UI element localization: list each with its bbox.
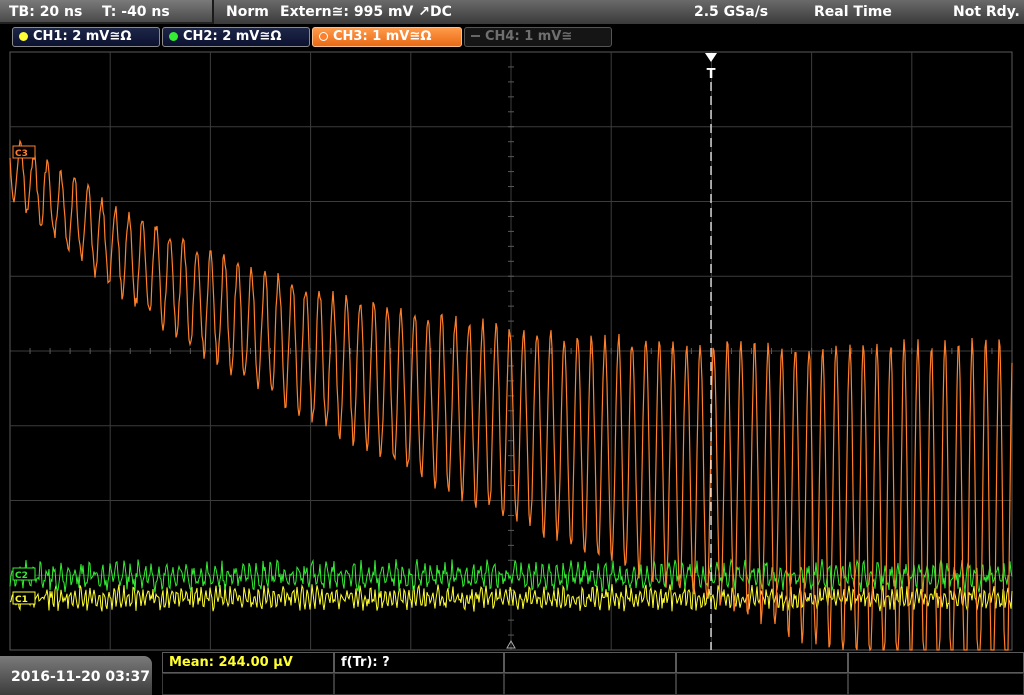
channel-tab-ch4[interactable]: CH4: 1 mV≅ xyxy=(464,27,612,47)
channel-tab-ch3[interactable]: CH3: 1 mV≅Ω xyxy=(312,27,462,47)
channel-bar: CH1: 2 mV≅Ω CH2: 2 mV≅Ω CH3: 1 mV≅Ω CH4:… xyxy=(0,24,1024,50)
ch3-marker-text: C3 xyxy=(15,149,28,159)
ch3-label: CH3: 1 mV≅Ω xyxy=(333,29,432,44)
measurement-slot-8[interactable] xyxy=(504,673,676,695)
frequency-measurement-label: f(Tr): ? xyxy=(341,655,390,670)
frequency-measurement[interactable]: f(Tr): ? xyxy=(334,652,504,673)
measurement-slot-10[interactable] xyxy=(848,673,1024,695)
trigger-mode-label[interactable]: Norm xyxy=(226,3,269,21)
measurement-slot-4[interactable] xyxy=(676,652,848,673)
ch2-level-marker[interactable]: C2 xyxy=(12,567,36,581)
ch4-label: CH4: 1 mV≅ xyxy=(485,29,573,44)
ch1-marker-text: C1 xyxy=(15,595,28,605)
trigger-position-arrow-icon[interactable] xyxy=(705,53,717,62)
date-time-box: 2016-11-20 03:37 xyxy=(0,656,152,695)
sample-rate-label[interactable]: 2.5 GSa/s xyxy=(694,3,768,21)
ch1-dot-icon xyxy=(19,32,28,41)
trigger-offset-label[interactable]: T: -40 ns xyxy=(102,3,170,21)
waveform-display[interactable]: T C3 C2 C1 xyxy=(0,50,1024,652)
mean-measurement-label: Mean: 244.00 µV xyxy=(169,655,293,670)
timebase-box[interactable]: TB: 20 ns T: -40 ns xyxy=(0,0,214,24)
date-time-label: 2016-11-20 03:37 xyxy=(11,669,150,685)
ch4-dash-icon xyxy=(471,35,480,37)
channel-tab-ch1[interactable]: CH1: 2 mV≅Ω xyxy=(12,27,160,47)
measurement-slot-6[interactable] xyxy=(162,673,334,695)
channel-tab-ch2[interactable]: CH2: 2 mV≅Ω xyxy=(162,27,310,47)
acquisition-state-label: Not Rdy. xyxy=(953,4,1020,20)
ch3-level-marker[interactable]: C3 xyxy=(12,145,36,159)
acquisition-mode-label[interactable]: Real Time xyxy=(814,3,892,21)
ch3-dot-icon xyxy=(319,32,328,41)
ch2-marker-text: C2 xyxy=(15,571,28,581)
measurement-slot-3[interactable] xyxy=(504,652,676,673)
trigger-marker-label: T xyxy=(707,67,716,82)
measurement-bar: 2016-11-20 03:37 Mean: 244.00 µV f(Tr): … xyxy=(0,652,1024,695)
ch1-label: CH1: 2 mV≅Ω xyxy=(33,29,132,44)
trigger-source-label[interactable]: Extern≅: 995 mV ↗DC xyxy=(280,3,452,21)
ch1-level-marker[interactable]: C1 xyxy=(12,591,36,605)
measurement-slot-9[interactable] xyxy=(676,673,848,695)
measurement-slot-5[interactable] xyxy=(848,652,1024,673)
measurement-slot-7[interactable] xyxy=(334,673,504,695)
ch2-dot-icon xyxy=(169,32,178,41)
timebase-label[interactable]: TB: 20 ns xyxy=(9,3,82,21)
mean-measurement[interactable]: Mean: 244.00 µV xyxy=(162,652,334,673)
ch2-label: CH2: 2 mV≅Ω xyxy=(183,29,282,44)
status-bar: TB: 20 ns T: -40 ns Norm Extern≅: 995 mV… xyxy=(0,0,1024,24)
